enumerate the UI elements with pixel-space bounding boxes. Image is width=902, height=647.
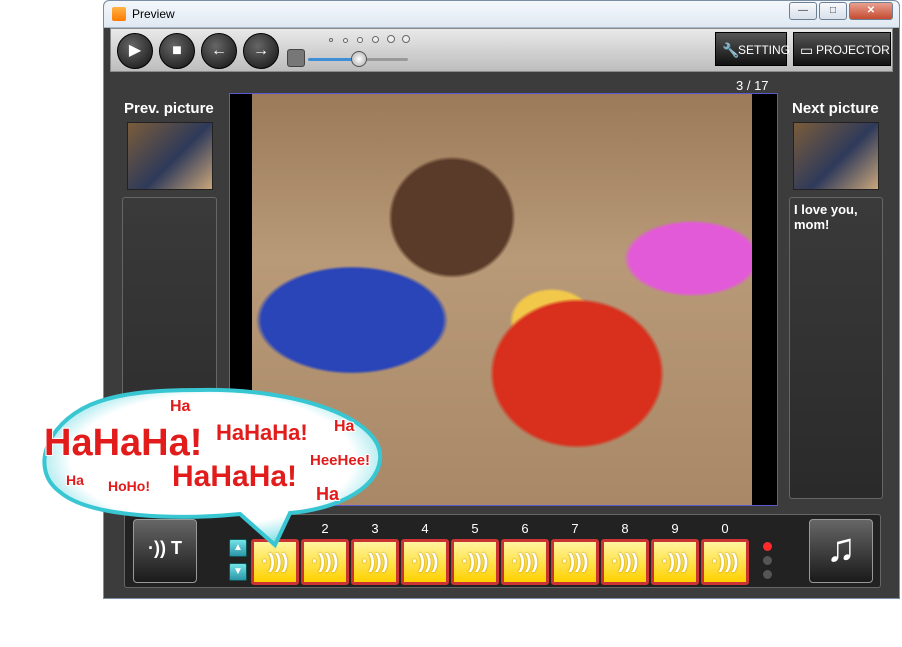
sound-slot: 4 ·))): [401, 521, 449, 585]
speed-dot[interactable]: [387, 35, 395, 43]
setting-button[interactable]: 🔧 SETTING: [715, 32, 791, 66]
sound-slot-button[interactable]: ·))): [451, 539, 499, 585]
sound-slot-button[interactable]: ·))): [701, 539, 749, 585]
title-bar[interactable]: Preview — □ ✕: [104, 1, 899, 28]
next-caption-panel: I love you, mom!: [789, 197, 883, 499]
sound-slot: 8 ·))): [601, 521, 649, 585]
sound-slot: 6 ·))): [501, 521, 549, 585]
red-light: [762, 541, 773, 552]
speed-dot[interactable]: [357, 37, 363, 43]
sound-slot-button[interactable]: ·))): [551, 539, 599, 585]
previous-button[interactable]: ←: [201, 33, 237, 69]
projector-label: PROJECTOR: [816, 43, 890, 57]
indicator-light: [762, 569, 773, 580]
stop-button[interactable]: ■: [159, 33, 195, 69]
speed-dots[interactable]: [329, 35, 419, 43]
music-note-icon: ♫: [826, 526, 856, 570]
bubble-word: HaHaHa!: [44, 422, 203, 464]
setting-label: SETTING: [738, 43, 791, 57]
record-indicator: [760, 539, 774, 583]
slot-number: 0: [721, 521, 729, 536]
bubble-word: Ha: [334, 418, 355, 435]
speed-dot[interactable]: [329, 38, 333, 42]
slot-number: 4: [421, 521, 429, 536]
bubble-word: HoHo!: [108, 478, 150, 494]
prev-picture-thumbnail[interactable]: [127, 122, 213, 190]
bubble-word: Ha: [316, 484, 340, 504]
bubble-word: HaHaHa!: [216, 420, 308, 445]
toolbar: ▶ ■ ← → 🔧 SETTING ▭ PROJECTOR: [110, 28, 893, 72]
sound-slot: 5 ·))): [451, 521, 499, 585]
slot-number: 6: [521, 521, 529, 536]
slot-number: 5: [471, 521, 479, 536]
volume-slider-thumb[interactable]: [351, 51, 367, 67]
speech-bubble: Ha HaHaHa! HaHaHa! Ha HeeHee! Ha HoHo! H…: [0, 380, 400, 550]
speed-dot[interactable]: [402, 35, 410, 43]
maximize-button[interactable]: □: [819, 2, 847, 20]
bubble-word: HaHaHa!: [172, 460, 298, 493]
wrench-icon: 🔧: [722, 42, 740, 58]
sound-slot-button[interactable]: ·))): [601, 539, 649, 585]
next-picture-caption: I love you, mom!: [794, 202, 858, 232]
slot-number: 8: [621, 521, 629, 536]
app-icon: [112, 7, 126, 21]
sound-slot: 9 ·))): [651, 521, 699, 585]
next-picture-thumbnail[interactable]: [793, 122, 879, 190]
next-picture-title: Next picture: [792, 100, 879, 117]
music-button[interactable]: ♫: [809, 519, 873, 583]
play-button[interactable]: ▶: [117, 33, 153, 69]
close-button[interactable]: ✕: [849, 2, 893, 20]
sound-slot-button[interactable]: ·))): [401, 539, 449, 585]
picture-counter: 3 / 17: [736, 78, 769, 93]
sound-slot: 7 ·))): [551, 521, 599, 585]
scroll-down-button[interactable]: ▼: [229, 563, 247, 581]
projector-button[interactable]: ▭ PROJECTOR: [793, 32, 891, 66]
speed-dot[interactable]: [372, 36, 379, 43]
slot-number: 9: [671, 521, 679, 536]
projector-icon: ▭: [800, 42, 814, 58]
sound-slot: 0 ·))): [701, 521, 749, 585]
indicator-light: [762, 555, 773, 566]
sound-slot-button[interactable]: ·))): [501, 539, 549, 585]
speaker-icon[interactable]: [287, 49, 305, 67]
window-title: Preview: [132, 7, 175, 21]
minimize-button[interactable]: —: [789, 2, 817, 20]
slot-number: 7: [571, 521, 579, 536]
prev-picture-title: Prev. picture: [124, 100, 214, 117]
speed-dot[interactable]: [343, 38, 348, 43]
bubble-word: Ha: [66, 472, 84, 488]
bubble-word: HeeHee!: [310, 452, 371, 469]
sound-slot-button[interactable]: ·))): [651, 539, 699, 585]
bubble-word: Ha: [170, 398, 191, 415]
next-button[interactable]: →: [243, 33, 279, 69]
